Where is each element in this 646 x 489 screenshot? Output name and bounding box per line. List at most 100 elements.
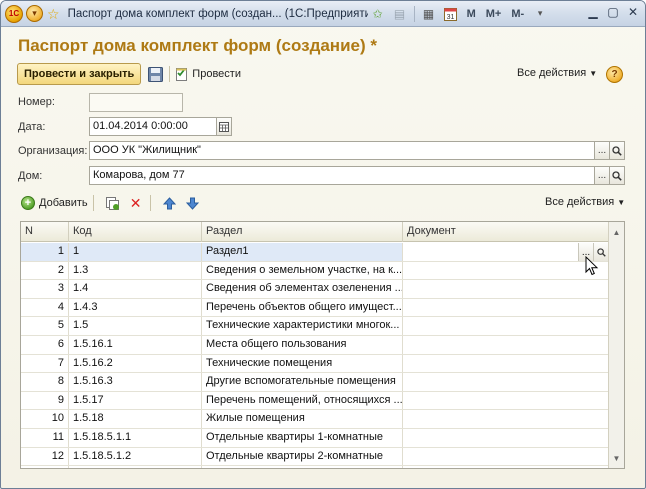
row-section: Перечень объектов общего имущест... (202, 298, 403, 317)
row-number: 4 (21, 298, 69, 317)
form-all-actions-button[interactable]: Все действия ▼ (517, 67, 597, 79)
row-document[interactable] (403, 410, 609, 428)
post-button[interactable]: Провести (175, 67, 241, 82)
dropdown-icon[interactable]: ▾ (532, 6, 548, 22)
favorites-star-icon[interactable]: ☆ (47, 7, 60, 21)
column-header-section[interactable]: Раздел (202, 222, 403, 242)
row-code: 1.5.17 (69, 391, 202, 410)
calendar-icon[interactable]: 31 (443, 6, 459, 22)
row-code: 1.5.18.5.1.1 (69, 428, 202, 447)
app-logo-icon[interactable]: 1С (5, 4, 23, 23)
table-row[interactable]: 5 1.5 Технические характеристики многок... (21, 317, 609, 336)
row-document[interactable] (403, 428, 609, 447)
row-code: 1.5.18.5.1.2 (69, 447, 202, 466)
row-code: 1.5.16.2 (69, 354, 202, 373)
add-favorite-icon[interactable]: ✩ (370, 6, 386, 22)
table-row[interactable]: 11 1.5.18.5.1.1 Отдельные квартиры 1-комна… (21, 428, 609, 448)
plus-icon: + (21, 196, 35, 210)
vertical-scrollbar[interactable]: ▲ ▼ (608, 222, 624, 468)
organization-select-button[interactable]: ... (594, 141, 610, 160)
row-code: 1.5.18 (69, 410, 202, 428)
move-up-icon[interactable] (161, 194, 179, 212)
table-row[interactable]: 1 1 Раздел1... (21, 243, 609, 262)
row-section: Перечень помещений, относящихся ... (202, 391, 403, 410)
row-document[interactable] (403, 391, 609, 410)
save-icon[interactable] (146, 65, 164, 83)
table-toolbar: + Добавить ✕ (21, 193, 202, 213)
add-row-button[interactable]: + Добавить (21, 196, 88, 210)
post-and-close-button[interactable]: Провести и закрыть (17, 63, 142, 85)
svg-text:31: 31 (447, 14, 455, 21)
row-number: 11 (21, 428, 69, 447)
memory-plus-button[interactable]: M+ (484, 8, 504, 20)
separator (92, 195, 94, 211)
organization-open-icon[interactable] (609, 141, 625, 160)
minimize-icon[interactable]: ▁ (584, 3, 602, 21)
table-row[interactable]: 10 1.5.18 Жилые помещения (21, 410, 609, 429)
table-all-actions-button[interactable]: Все действия ▼ (545, 196, 625, 208)
maximize-icon[interactable]: ▢ (604, 3, 622, 21)
row-number: 1 (21, 243, 69, 261)
copy-row-icon[interactable] (104, 194, 122, 212)
row-document[interactable] (403, 317, 609, 335)
house-field[interactable]: Комарова, дом 77 (89, 166, 595, 185)
organization-field[interactable]: ООО УК "Жилищник" (89, 141, 595, 160)
table-row[interactable]: 7 1.5.16.2 Технические помещения (21, 354, 609, 374)
row-code: 1.4.3 (69, 298, 202, 317)
close-icon[interactable]: ✕ (624, 3, 642, 21)
move-down-icon[interactable] (184, 194, 202, 212)
row-document[interactable] (403, 447, 609, 466)
row-document[interactable] (403, 373, 609, 391)
row-document[interactable] (403, 354, 609, 373)
row-document[interactable] (403, 280, 609, 298)
table-row[interactable]: 9 1.5.17 Перечень помещений, относящихся .… (21, 391, 609, 411)
table-row[interactable]: 3 1.4 Сведения об элементах озеленения ... (21, 280, 609, 299)
calendar-picker-icon[interactable] (216, 117, 232, 136)
history-icon[interactable]: ▤ (392, 6, 408, 22)
table-row[interactable]: 4 1.4.3 Перечень объектов общего имущест..… (21, 298, 609, 318)
table-row[interactable]: 6 1.5.16.1 Места общего пользования (21, 335, 609, 355)
row-code: 1.5 (69, 317, 202, 335)
column-header-code[interactable]: Код (69, 222, 202, 242)
main-menu-icon[interactable]: ▾ (26, 5, 43, 22)
house-open-icon[interactable] (609, 166, 625, 185)
row-section: Технические характеристики многок... (202, 317, 403, 335)
row-section: Сведения о земельном участке, на к... (202, 261, 403, 280)
memory-minus-button[interactable]: M- (509, 8, 526, 20)
date-field[interactable]: 01.04.2014 0:00:00 (89, 117, 217, 136)
row-document[interactable] (403, 298, 609, 317)
all-actions-label: Все действия (545, 196, 615, 208)
date-label: Дата: (18, 121, 46, 133)
table-body: 1 1 Раздел1... 2 1.3 Сведения о земельном уча… (21, 243, 609, 468)
row-number: 2 (21, 261, 69, 280)
row-section: Отдельные квартиры 1-комнатные (202, 428, 403, 447)
number-field[interactable] (89, 93, 183, 112)
house-select-button[interactable]: ... (594, 166, 610, 185)
add-label: Добавить (39, 197, 88, 209)
memory-button[interactable]: M (465, 8, 478, 20)
row-code: 1.5.16.3 (69, 373, 202, 391)
table-row[interactable]: 12 1.5.18.5.1.2 Отдельные квартиры 2-комна… (21, 447, 609, 467)
row-section: Другие вспомогательные помещения (202, 373, 403, 391)
row-number: 9 (21, 391, 69, 410)
row-document[interactable] (403, 261, 609, 280)
scroll-up-icon[interactable]: ▲ (609, 224, 624, 240)
row-document[interactable] (403, 466, 609, 468)
table-row[interactable]: 2 1.3 Сведения о земельном участке, на к..… (21, 261, 609, 281)
form-title: Паспорт дома комплект форм (создание) * (18, 36, 377, 55)
row-document[interactable]: ... (403, 243, 609, 261)
table-row[interactable]: 8 1.5.16.3 Другие вспомогательные помещени… (21, 373, 609, 392)
scroll-down-icon[interactable]: ▼ (609, 450, 624, 466)
delete-row-icon[interactable]: ✕ (127, 194, 145, 212)
help-button[interactable]: ? (606, 66, 623, 83)
column-header-document[interactable]: Документ (403, 222, 609, 242)
row-number: 8 (21, 373, 69, 391)
row-section: Отдельные квартиры 2-комнатные (202, 447, 403, 466)
table-row[interactable]: 131.5.18.5.1.3Отдельные квартиры 3-комна… (21, 466, 609, 468)
column-header-n[interactable]: N (21, 222, 69, 242)
row-document[interactable] (403, 335, 609, 354)
app-window: 1С ▾ ☆ Паспорт дома комплект форм (созда… (0, 0, 646, 489)
row-code: 1.3 (69, 261, 202, 280)
calculator-icon[interactable]: ▦ (421, 6, 437, 22)
separator (413, 5, 415, 22)
